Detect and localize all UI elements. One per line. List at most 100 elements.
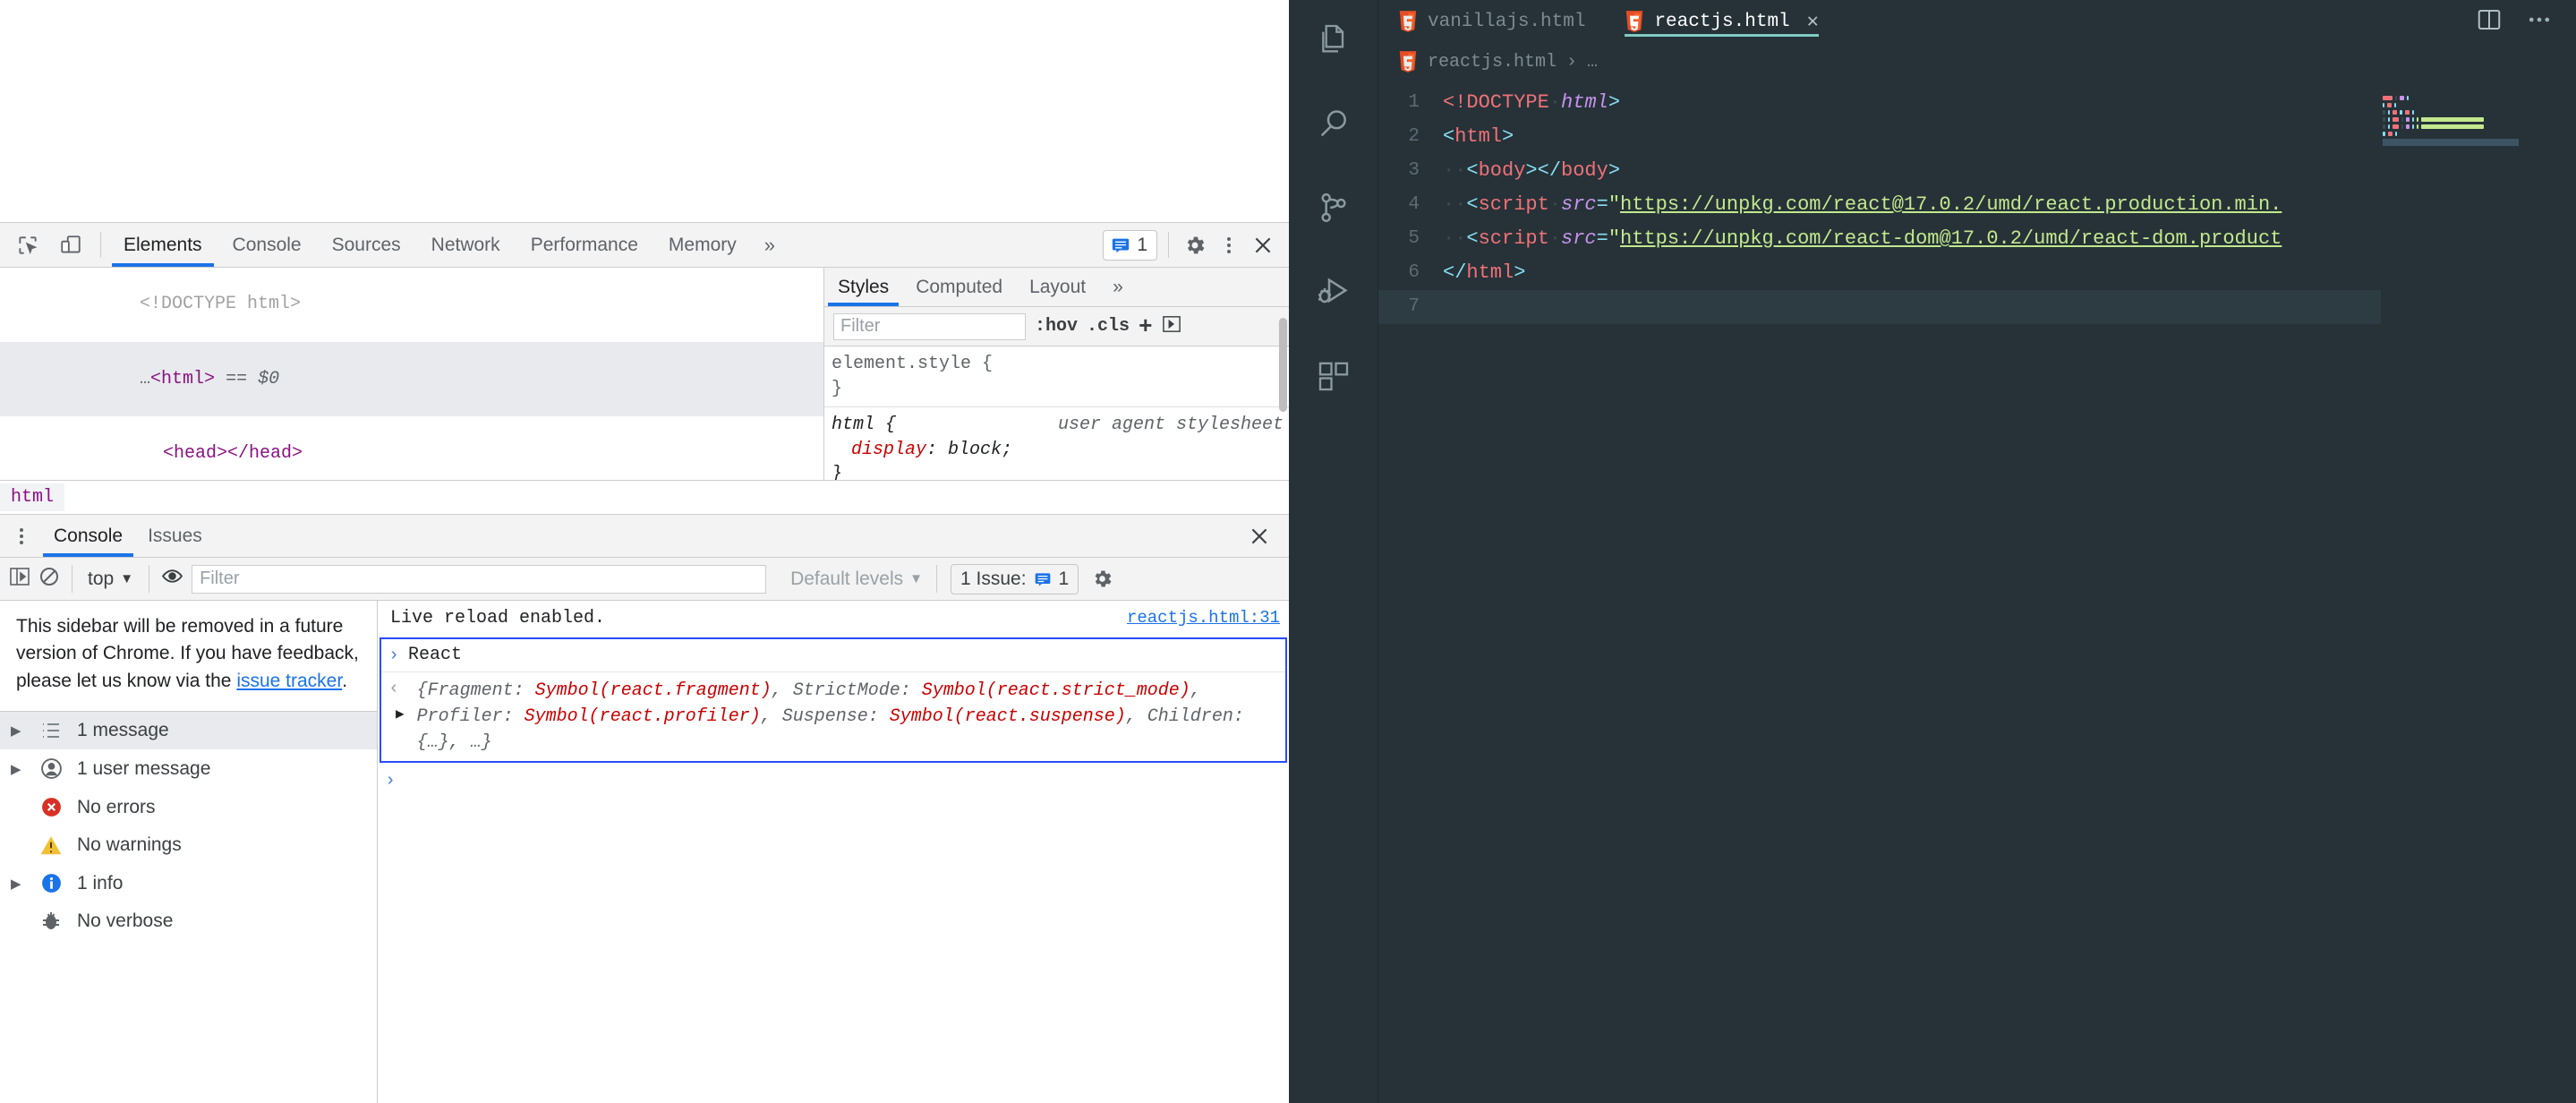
line-number: 3: [1408, 160, 1420, 181]
issue-tracker-link[interactable]: issue tracker: [236, 671, 342, 691]
dom-line-doctype: <!DOCTYPE html>: [0, 268, 823, 342]
message-source-link[interactable]: reactjs.html:31: [1114, 606, 1280, 630]
close-icon[interactable]: [1248, 230, 1278, 261]
new-style-rule-button[interactable]: +: [1139, 313, 1153, 340]
page-viewport: [0, 0, 1289, 222]
inspect-element-icon[interactable]: [13, 230, 43, 261]
minimap-line: [2383, 139, 2538, 146]
dom-tree[interactable]: <!DOCTYPE html> …<html> == $0 <head></he…: [0, 268, 823, 480]
console-filter-input[interactable]: Filter: [192, 564, 767, 594]
execution-context-selector[interactable]: top ▼: [84, 569, 137, 590]
vertical-dots-icon[interactable]: [1214, 230, 1244, 261]
code-token: script: [1478, 193, 1549, 216]
sidebar-item-label: 1 info: [77, 872, 124, 894]
styles-filter-input[interactable]: Filter: [833, 312, 1026, 340]
console-input-row[interactable]: › React: [381, 639, 1285, 673]
run-and-debug-icon[interactable]: [1310, 269, 1357, 315]
rule-html-ua[interactable]: user agent stylesheet html { display: bl…: [824, 407, 1289, 480]
source-control-icon[interactable]: [1310, 184, 1357, 231]
expand-object-triangle-icon[interactable]: ▶: [396, 705, 405, 723]
vscode-activity-bar: [1289, 0, 1378, 1103]
console-messages: Live reload enabled. reactjs.html:31 › R…: [378, 601, 1289, 1103]
tab-performance[interactable]: Performance: [516, 223, 653, 267]
close-icon[interactable]: ✕: [1807, 10, 1819, 33]
sidebar-item-info[interactable]: ▶ 1 info: [0, 864, 377, 902]
code-text: ··<body></body>: [1443, 154, 1620, 188]
sidebar-item-errors[interactable]: No errors: [0, 788, 377, 826]
console-message-live-reload[interactable]: Live reload enabled. reactjs.html:31: [378, 601, 1289, 638]
console-prompt-row[interactable]: ›: [378, 763, 1289, 799]
vscode-code-editor[interactable]: 1 <!DOCTYPE·html> 2 <html> 3 ··<body></body> 4…: [1378, 81, 2576, 1103]
editor-minimap[interactable]: [2381, 81, 2538, 1103]
sidebar-item-verbose[interactable]: No verbose: [0, 902, 377, 940]
device-toolbar-icon[interactable]: [55, 230, 86, 261]
tab-memory[interactable]: Memory: [653, 223, 752, 267]
rule-declaration[interactable]: display: block;: [832, 438, 1289, 463]
console-toolbar-divider: [72, 565, 73, 593]
rule-close-brace: }: [832, 378, 843, 399]
editor-tab-reactjs[interactable]: reactjs.html ✕: [1605, 0, 1838, 43]
tab-console[interactable]: Console: [218, 223, 317, 267]
code-token: >: [1608, 159, 1621, 182]
minimap-token: [2387, 110, 2390, 115]
minimap-token: [2416, 124, 2418, 129]
browser-window: Elements Console Sources Network Perform…: [0, 0, 1289, 1103]
line-number: 2: [1408, 126, 1420, 147]
log-levels-label: Default levels: [790, 568, 904, 589]
clear-console-icon[interactable]: [38, 566, 60, 593]
tab-layout[interactable]: Layout: [1016, 268, 1099, 306]
more-actions-icon[interactable]: [2526, 6, 2553, 38]
gear-icon[interactable]: [1180, 230, 1210, 261]
tab-computed-label: Computed: [916, 276, 1003, 297]
sidebar-item-messages[interactable]: ▶ 1 message: [0, 712, 377, 750]
more-tabs-icon[interactable]: »: [752, 223, 788, 267]
extensions-icon[interactable]: [1310, 353, 1357, 399]
tab-network[interactable]: Network: [416, 223, 516, 267]
minimap-token: [2383, 96, 2393, 100]
dom-line-head[interactable]: <head></head>: [0, 416, 823, 480]
expand-triangle-icon[interactable]: ▶: [11, 876, 25, 892]
sidebar-item-user-messages[interactable]: ▶ 1 user message: [0, 749, 377, 788]
console-drawer: Console Issues top ▼ Filter Default leve…: [0, 515, 1289, 1103]
drawer-tab-console[interactable]: Console: [41, 515, 135, 557]
explorer-files-icon[interactable]: [1310, 16, 1357, 63]
log-levels-selector[interactable]: Default levels ▼: [790, 569, 923, 590]
input-chevron-icon: ›: [388, 646, 400, 667]
live-expression-icon[interactable]: [161, 565, 183, 593]
expand-triangle-icon[interactable]: ▶: [11, 761, 25, 777]
drawer-close-icon[interactable]: [1244, 521, 1275, 552]
tab-computed[interactable]: Computed: [902, 268, 1016, 306]
devtools-tool-icons: [0, 223, 93, 267]
console-output-row[interactable]: ‹ ▶ {Fragment: Symbol(react.fragment), S…: [381, 672, 1285, 761]
editor-overview-ruler[interactable]: [2538, 81, 2576, 1103]
toggle-console-sidebar-icon[interactable]: [9, 567, 30, 592]
tab-sources[interactable]: Sources: [317, 223, 416, 267]
styles-more-tabs-icon[interactable]: »: [1099, 268, 1137, 306]
hov-toggle-button[interactable]: :hov: [1035, 316, 1078, 337]
dom-line-html[interactable]: …<html> == $0: [0, 342, 823, 417]
issues-badge[interactable]: 1: [1103, 229, 1157, 261]
console-issues-badge[interactable]: 1 Issue: 1: [950, 563, 1079, 594]
tab-styles[interactable]: Styles: [824, 268, 902, 306]
console-settings-gear-icon[interactable]: [1087, 564, 1117, 594]
tab-elements[interactable]: Elements: [108, 223, 218, 267]
search-icon[interactable]: [1310, 100, 1357, 147]
rule-element-style[interactable]: element.style { }: [824, 346, 1289, 408]
drawer-menu-icon[interactable]: [0, 515, 41, 557]
cls-toggle-button[interactable]: .cls: [1087, 316, 1130, 337]
breadcrumb-item-html[interactable]: html: [0, 483, 65, 511]
bug-icon: [38, 911, 64, 932]
minimap-token: [2383, 110, 2385, 115]
split-editor-icon[interactable]: [2476, 6, 2503, 38]
drawer-tab-issues[interactable]: Issues: [135, 515, 215, 557]
toggle-sidebar-icon[interactable]: [1162, 315, 1181, 338]
breadcrumb-file[interactable]: reactjs.html: [1428, 52, 1557, 73]
breadcrumb-tail[interactable]: …: [1587, 52, 1598, 73]
editor-tab-vanillajs[interactable]: vanillajs.html: [1378, 0, 1605, 43]
styles-scrollbar[interactable]: [1279, 318, 1287, 412]
sidebar-item-warnings[interactable]: No warnings: [0, 826, 377, 864]
expand-triangle-icon[interactable]: ▶: [11, 723, 25, 739]
minimap-token: [2392, 117, 2399, 122]
line-number: 7: [1408, 296, 1420, 317]
html5-file-icon: [1626, 11, 1643, 32]
